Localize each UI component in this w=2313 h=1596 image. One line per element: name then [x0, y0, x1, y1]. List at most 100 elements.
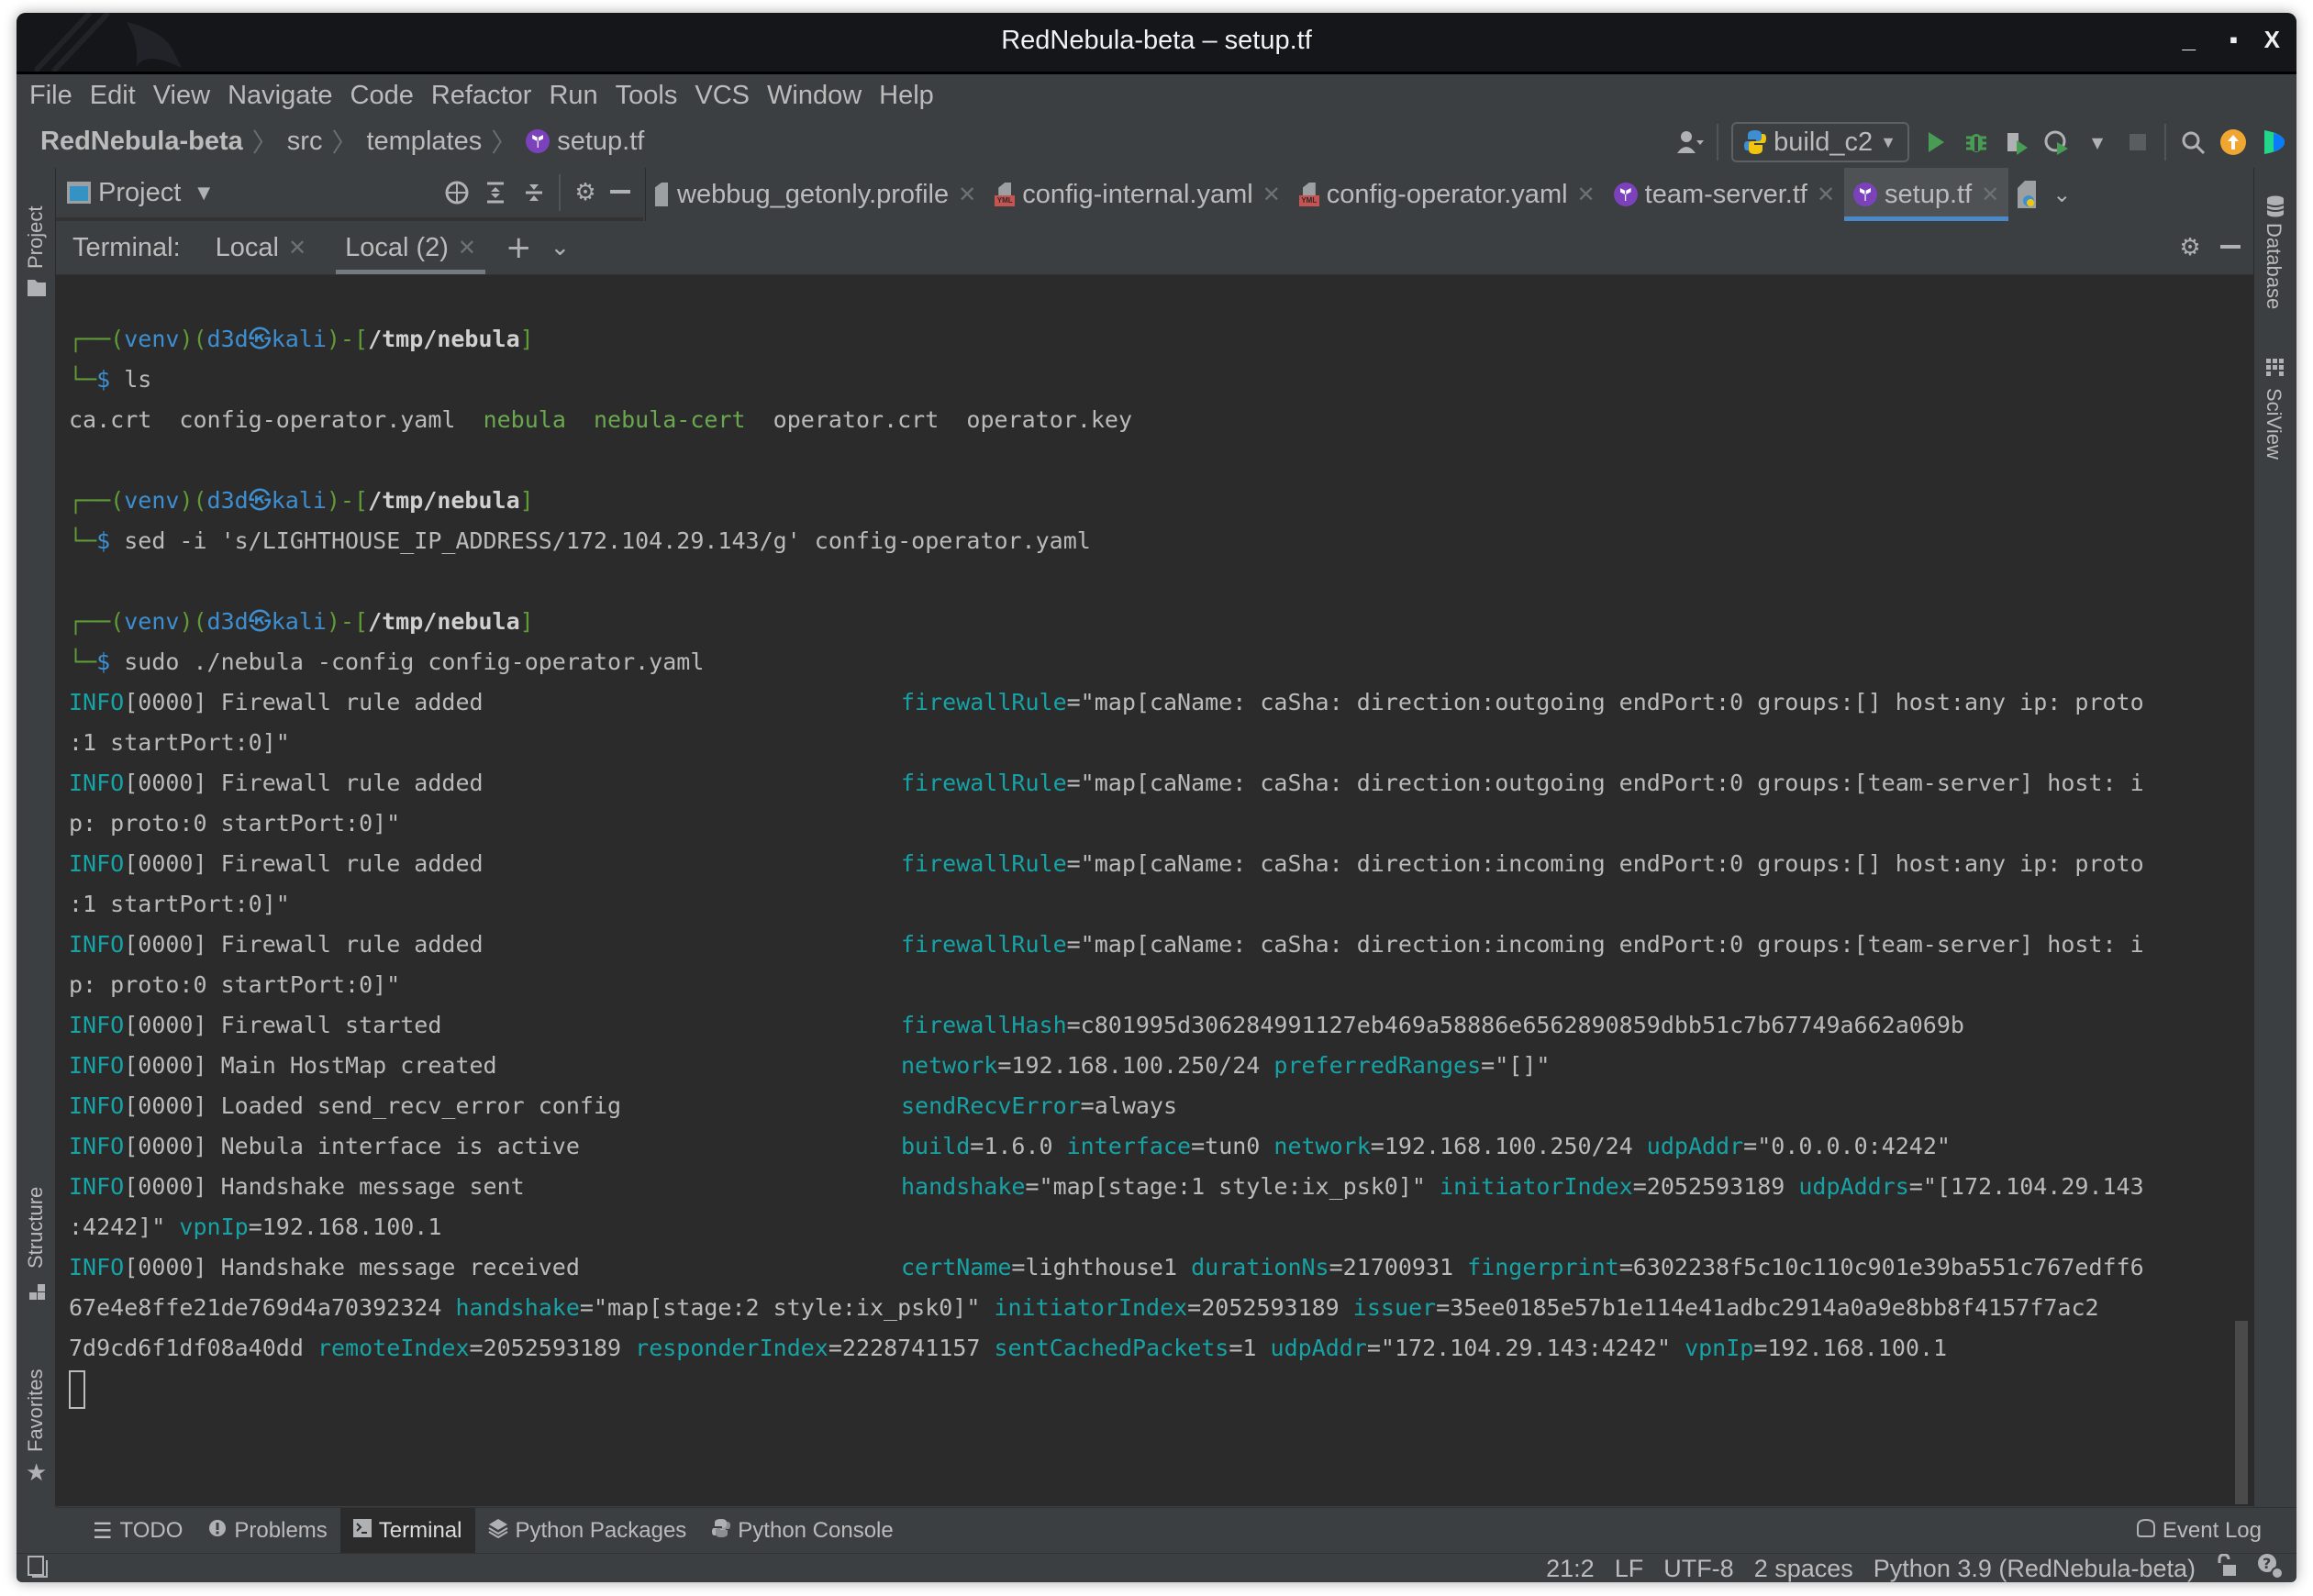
chevron-down-icon[interactable]: ▼: [2084, 128, 2111, 156]
stripe-structure[interactable]: Structure: [24, 1187, 48, 1269]
log-line: INFO[0000] Handshake message received cer…: [69, 1247, 2217, 1288]
maximize-button[interactable]: ▪: [2230, 26, 2238, 54]
log-value: p: proto:0 startPort:0]": [69, 810, 401, 837]
log-value: =192.168.100.1: [248, 1214, 442, 1240]
gear-icon[interactable]: ⚙: [572, 179, 599, 206]
hide-panel-icon[interactable]: [606, 179, 634, 206]
breadcrumb-src[interactable]: src: [287, 127, 323, 157]
log-message: [0000] Firewall rule added: [124, 931, 484, 958]
line-separator[interactable]: LF: [1615, 1555, 1644, 1583]
tab-webbug-getonly-profile[interactable]: webbug_getonly.profile ✕: [646, 168, 985, 221]
terminal-output[interactable]: ┌──(venv)(d3d㉿kali)-[/tmp/nebula] └─$ ls c…: [56, 275, 2253, 1506]
indent-setting[interactable]: 2 spaces: [1754, 1555, 1853, 1583]
tool-window-python-console[interactable]: Python Console: [699, 1508, 906, 1554]
prompt-user-host: d3d㉿kali: [206, 608, 327, 635]
file-encoding[interactable]: UTF-8: [1663, 1555, 1734, 1583]
close-tab-icon[interactable]: ✕: [288, 235, 306, 261]
menu-edit[interactable]: Edit: [90, 81, 136, 111]
cursor-position[interactable]: 21:2: [1546, 1555, 1595, 1583]
menu-navigate[interactable]: Navigate: [228, 81, 332, 111]
menu-run[interactable]: Run: [549, 81, 597, 111]
search-icon[interactable]: [2179, 128, 2207, 156]
close-button[interactable]: X: [2264, 26, 2280, 54]
close-tab-icon[interactable]: ✕: [1981, 182, 1999, 208]
run-configuration-select[interactable]: build_c2 ▼: [1731, 122, 1909, 162]
project-panel-title[interactable]: Project: [98, 178, 181, 208]
stop-icon[interactable]: [2124, 128, 2152, 156]
user-icon[interactable]: [1676, 128, 1705, 156]
tab-overflow[interactable]: ⌄: [2008, 168, 2080, 221]
close-tab-icon[interactable]: ✕: [1817, 182, 1835, 208]
lock-icon[interactable]: [2216, 1552, 2236, 1583]
yaml-file-icon: YML: [1298, 183, 1319, 206]
structure-icon: [29, 1284, 45, 1300]
tab-config-internal-yaml[interactable]: YML config-internal.yaml ✕: [985, 168, 1290, 221]
collapse-all-icon[interactable]: [520, 179, 548, 206]
update-icon[interactable]: [2219, 128, 2247, 156]
menu-refactor[interactable]: Refactor: [431, 81, 532, 111]
tab-setup-tf[interactable]: setup.tf ✕: [1844, 168, 2009, 221]
menu-tools[interactable]: Tools: [616, 81, 678, 111]
log-value: =192.168.100.250/24: [997, 1052, 1274, 1079]
debug-icon[interactable]: [1963, 128, 1990, 156]
log-message: [0000] Firewall rule added: [124, 850, 484, 877]
terminal-tab-local-2[interactable]: Local (2) ✕: [336, 221, 485, 274]
close-tab-icon[interactable]: ✕: [958, 182, 976, 208]
log-value: =c801995d306284991127eb469a58886e6562890…: [1066, 1012, 1964, 1038]
hide-panel-icon[interactable]: [2217, 234, 2244, 261]
stripe-project[interactable]: Project: [24, 206, 48, 269]
terminal-lines: ┌──(venv)(d3d㉿kali)-[/tmp/nebula] └─$ ls c…: [69, 319, 2217, 1409]
log-key: firewallHash: [901, 1012, 1067, 1038]
chevron-down-icon[interactable]: ⌄: [550, 234, 571, 261]
tab-team-server-tf[interactable]: team-server.tf ✕: [1605, 168, 1844, 221]
tab-config-operator-yaml[interactable]: YML config-operator.yaml ✕: [1290, 168, 1605, 221]
stripe-sciview[interactable]: SciView: [2262, 388, 2285, 460]
tool-window-python-packages[interactable]: Python Packages: [475, 1508, 700, 1554]
chevron-down-icon[interactable]: ⌄: [2052, 182, 2071, 208]
terminal-tab-local[interactable]: Local ✕: [206, 221, 316, 274]
command-line: └─$ sudo ./nebula -config config-operato…: [69, 648, 705, 675]
packages-icon: [487, 1518, 508, 1545]
close-tab-icon[interactable]: ✕: [1262, 182, 1281, 208]
tool-window-problems[interactable]: Problems: [195, 1508, 339, 1554]
locate-icon[interactable]: [443, 179, 471, 206]
expand-all-icon[interactable]: [482, 179, 509, 206]
tool-window-todo[interactable]: ☰ TODO: [80, 1508, 195, 1554]
chevron-down-icon[interactable]: ▼: [197, 183, 210, 203]
log-level: INFO: [69, 850, 125, 877]
log-value: p: proto:0 startPort:0]": [69, 971, 401, 998]
stripe-database[interactable]: Database: [2262, 223, 2285, 309]
python-interpreter[interactable]: Python 3.9 (RedNebula-beta): [1874, 1555, 2196, 1583]
run-icon[interactable]: [1922, 128, 1950, 156]
inspection-settings-icon[interactable]: ?: [2256, 1552, 2284, 1583]
gear-icon[interactable]: ⚙: [2176, 234, 2204, 261]
breadcrumb-file[interactable]: setup.tf: [557, 127, 644, 157]
coverage-icon[interactable]: [2003, 128, 2030, 156]
terminal-label: Terminal:: [72, 232, 181, 262]
new-terminal-icon[interactable]: +: [506, 229, 532, 266]
menu-help[interactable]: Help: [879, 81, 934, 111]
terminal-scrollbar[interactable]: [2235, 1321, 2248, 1504]
tool-window-label: Python Packages: [515, 1518, 687, 1543]
command-text: sed -i 's/LIGHTHOUSE_IP_ADDRESS/172.104.…: [124, 527, 1091, 554]
breadcrumb-templates[interactable]: templates: [366, 127, 482, 157]
profile-icon[interactable]: [2043, 128, 2071, 156]
stripe-favorites[interactable]: Favorites: [24, 1369, 48, 1452]
close-tab-icon[interactable]: ✕: [458, 235, 476, 261]
prompt-cwd: /tmp/nebula: [368, 326, 520, 352]
minimize-button[interactable]: _: [2183, 26, 2196, 54]
menu-vcs[interactable]: VCS: [695, 81, 750, 111]
close-tab-icon[interactable]: ✕: [1577, 182, 1596, 208]
menu-file[interactable]: File: [29, 81, 72, 111]
jetbrains-icon[interactable]: [2260, 128, 2287, 156]
menu-window[interactable]: Window: [767, 81, 862, 111]
breadcrumb-separator: 〉: [331, 127, 358, 158]
toggle-tool-windows-icon[interactable]: [28, 1556, 48, 1581]
tool-window-terminal[interactable]: Terminal: [339, 1508, 475, 1554]
menu-view[interactable]: View: [153, 81, 210, 111]
event-log-button[interactable]: Event Log: [2124, 1508, 2274, 1554]
log-line: INFO[0000] Firewall rule added firewallRu…: [69, 844, 2217, 884]
menu-code[interactable]: Code: [350, 81, 414, 111]
breadcrumb-project[interactable]: RedNebula-beta: [40, 127, 243, 157]
